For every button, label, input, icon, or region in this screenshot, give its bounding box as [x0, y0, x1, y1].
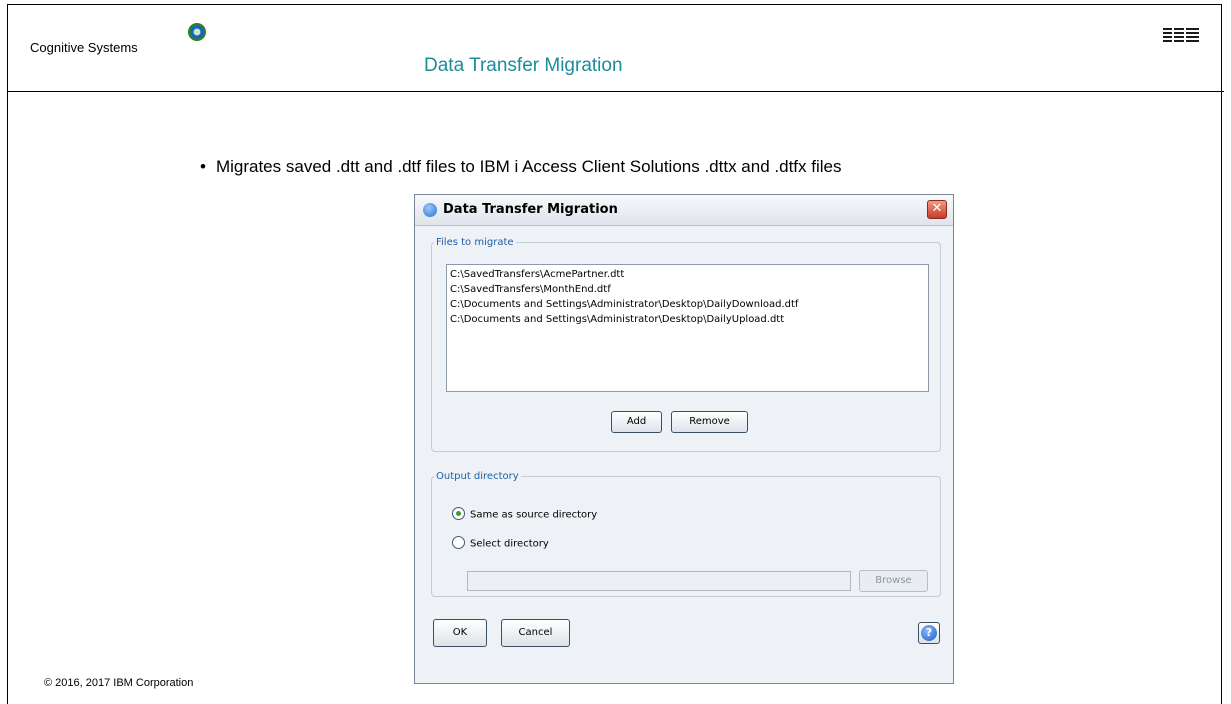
radio-checked-icon[interactable]	[452, 507, 465, 520]
select-dir-label: Select directory	[470, 538, 549, 550]
app-icon	[423, 203, 437, 217]
help-button[interactable]: ?	[918, 622, 940, 644]
select-directory-radio[interactable]: Select directory	[452, 536, 549, 551]
output-directory-group: Output directory Same as source director…	[431, 471, 941, 597]
help-icon: ?	[921, 625, 937, 641]
dialog-titlebar[interactable]: Data Transfer Migration ✕	[415, 195, 953, 226]
bullet-text: Migrates saved .dtt and .dtf files to IB…	[215, 157, 842, 176]
remove-button[interactable]: Remove	[671, 411, 748, 433]
file-list[interactable]: C:\SavedTransfers\AcmePartner.dtt C:\Sav…	[446, 264, 929, 392]
list-item[interactable]: C:\SavedTransfers\MonthEnd.dtf	[450, 282, 925, 297]
ok-button[interactable]: OK	[433, 619, 487, 647]
migration-dialog: Data Transfer Migration ✕ Files to migra…	[414, 194, 954, 684]
list-item[interactable]: C:\Documents and Settings\Administrator\…	[450, 312, 925, 327]
same-as-source-radio[interactable]: Same as source directory	[452, 507, 598, 522]
same-dir-label: Same as source directory	[470, 509, 598, 521]
title-rule	[7, 91, 1224, 92]
bullet-item: • Migrates saved .dtt and .dtf files to I…	[200, 157, 841, 177]
files-to-migrate-group: Files to migrate C:\SavedTransfers\AcmeP…	[431, 237, 941, 452]
output-group-legend: Output directory	[436, 471, 519, 482]
directory-input[interactable]	[467, 571, 851, 591]
brand-label: Cognitive Systems	[30, 40, 138, 55]
bullet-dot: •	[200, 157, 206, 176]
radio-unchecked-icon[interactable]	[452, 536, 465, 549]
cancel-button[interactable]: Cancel	[501, 619, 570, 647]
add-button[interactable]: Add	[611, 411, 662, 433]
ibm-logo-icon	[1163, 28, 1199, 42]
dialog-title: Data Transfer Migration	[443, 202, 618, 217]
list-item[interactable]: C:\SavedTransfers\AcmePartner.dtt	[450, 267, 925, 282]
files-group-legend: Files to migrate	[436, 237, 514, 248]
slide-title: Data Transfer Migration	[424, 55, 623, 76]
browse-button[interactable]: Browse	[859, 570, 928, 592]
list-item[interactable]: C:\Documents and Settings\Administrator\…	[450, 297, 925, 312]
close-icon[interactable]: ✕	[927, 200, 947, 219]
copyright: © 2016, 2017 IBM Corporation	[44, 677, 194, 689]
cognitive-systems-logo-icon	[188, 23, 206, 41]
